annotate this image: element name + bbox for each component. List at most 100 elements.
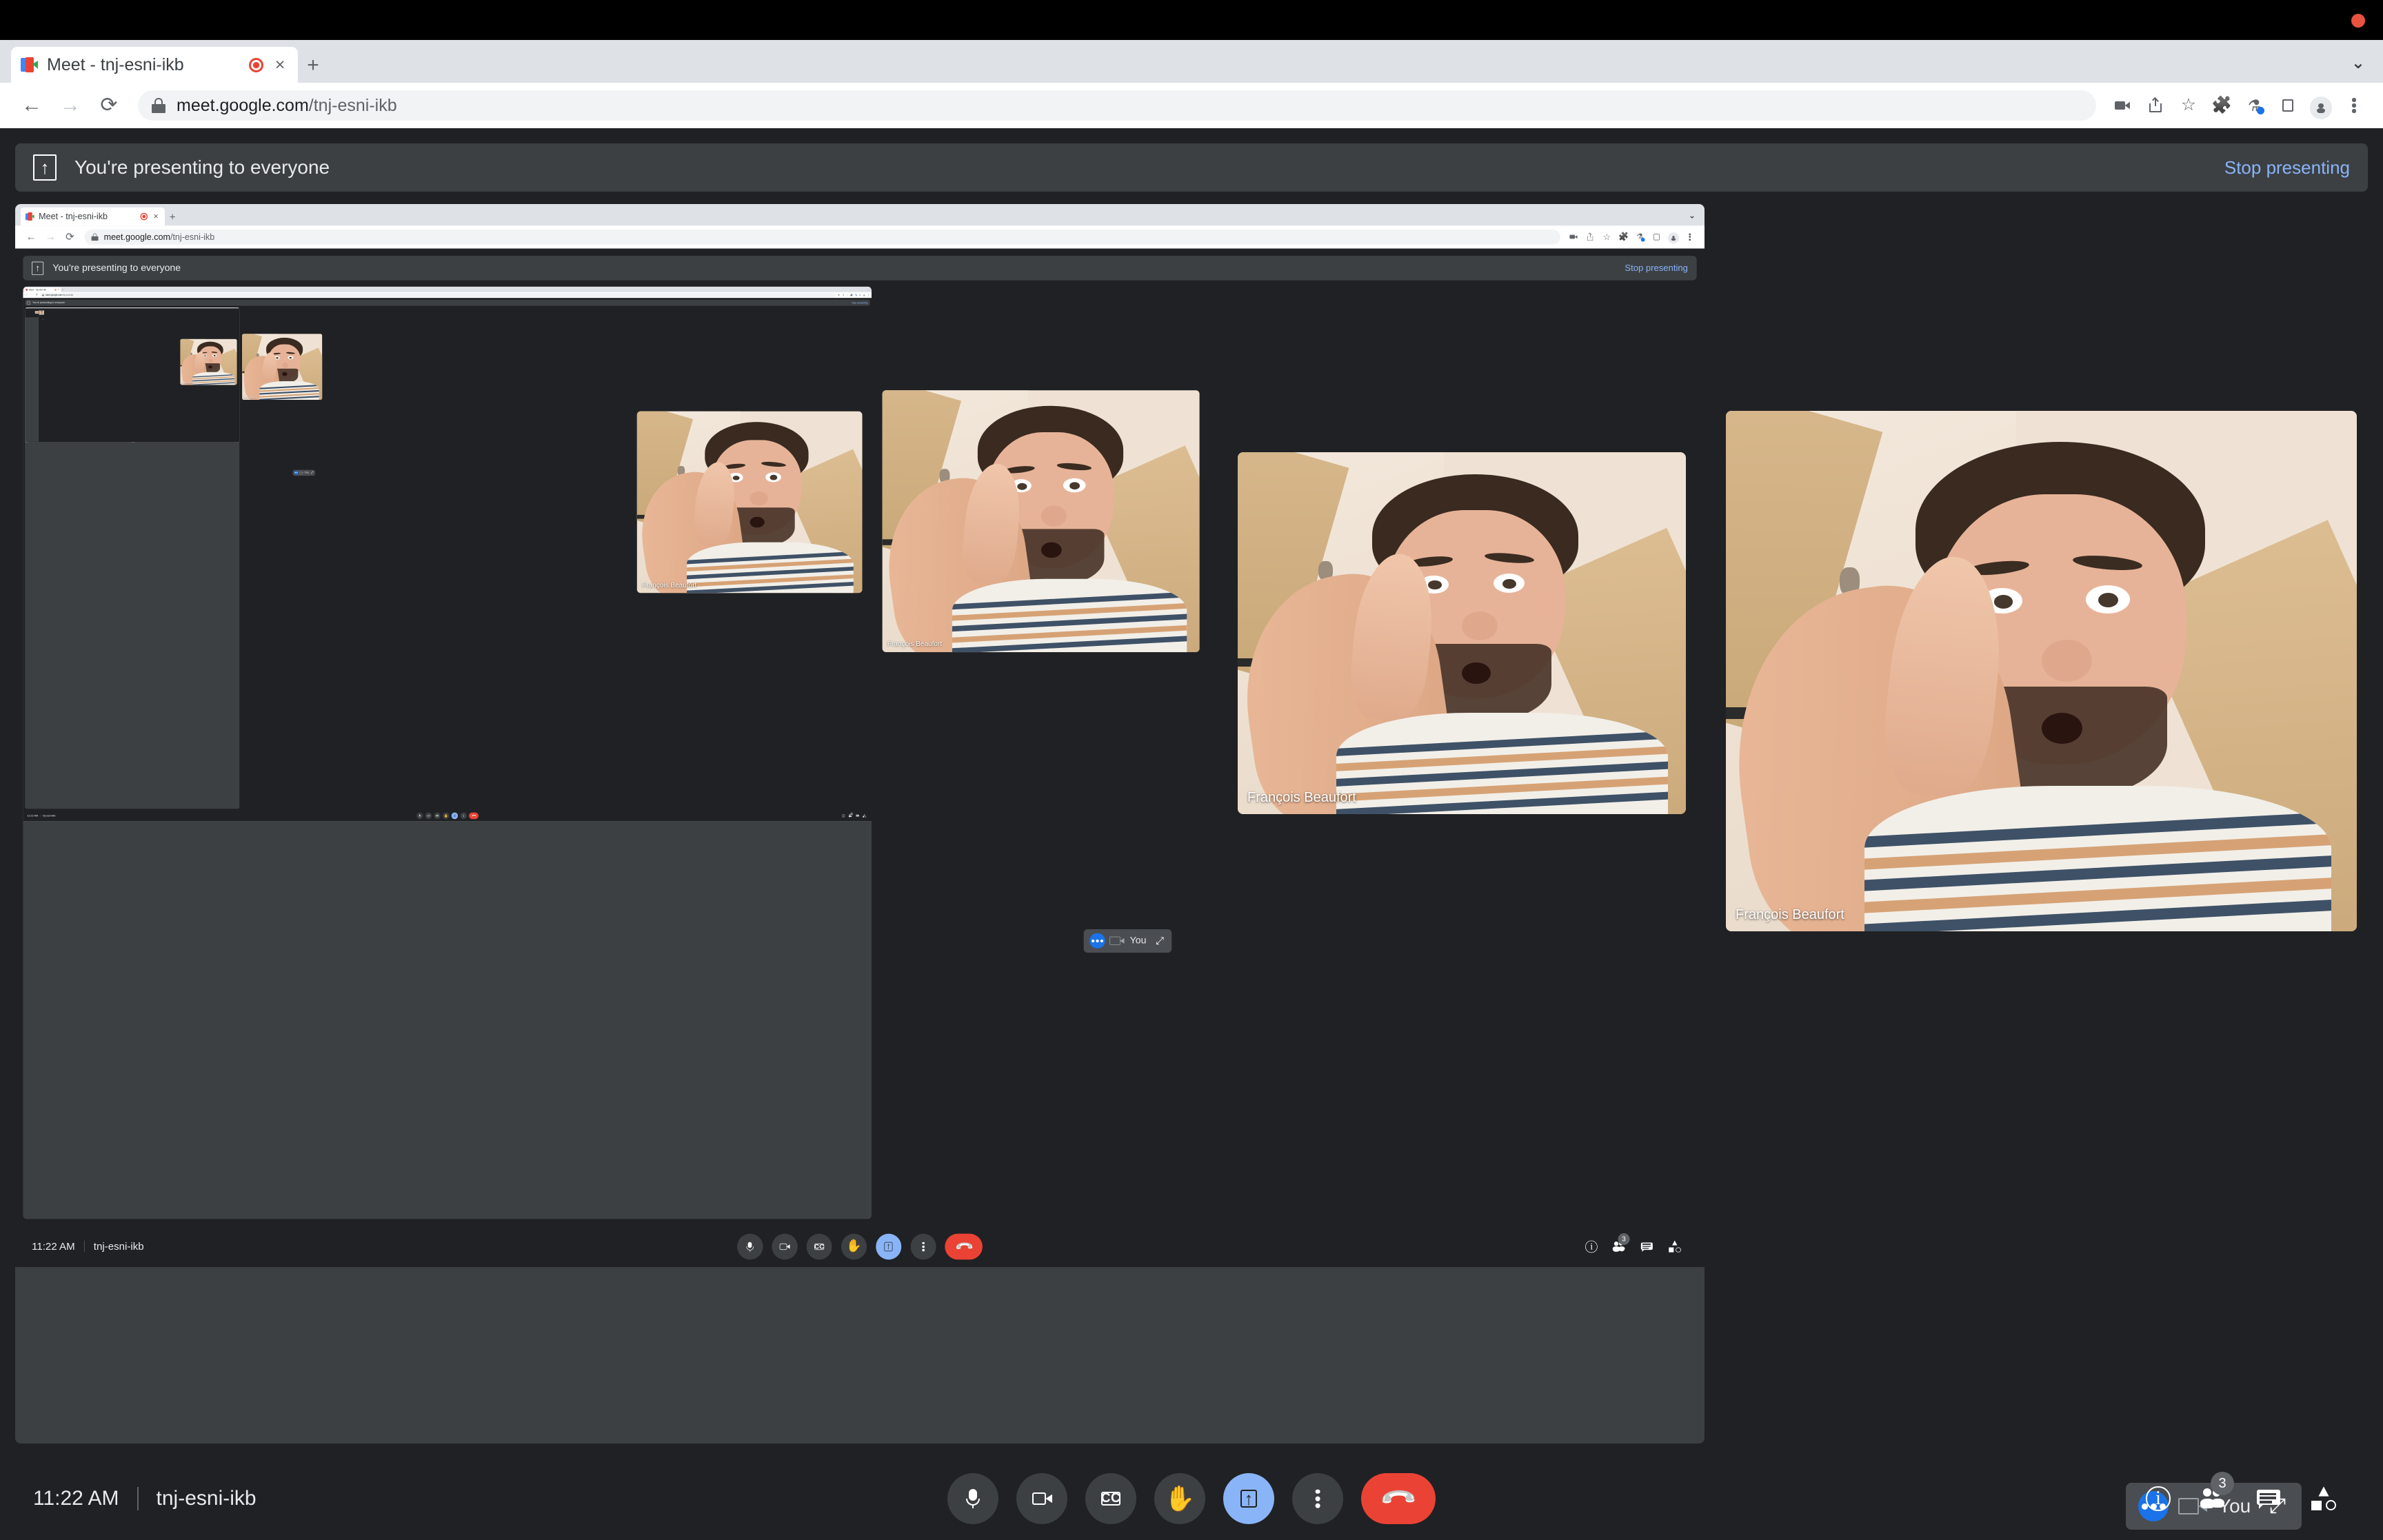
bookmark-star-icon[interactable]: ☆ — [1602, 232, 1611, 241]
back-button[interactable]: ← — [21, 232, 41, 242]
captions-button[interactable]: CC — [806, 1233, 832, 1260]
forward-button[interactable]: → — [51, 95, 90, 116]
video-camera-icon[interactable] — [2113, 97, 2131, 114]
address-bar[interactable]: meet.google.com/tnj-esni-ikb — [138, 90, 2096, 121]
video-camera-icon[interactable] — [837, 294, 840, 296]
expand-self-view-icon[interactable]: ⤢ — [1154, 935, 1165, 946]
microphone-button[interactable] — [947, 1473, 998, 1524]
back-button[interactable]: ← — [24, 294, 29, 296]
microphone-button[interactable] — [737, 1233, 763, 1260]
shared-screen-stage[interactable]: Meet - tnj-esni-ikb×+⌄←→⟳meet.google.com… — [15, 204, 1705, 1443]
participants-button[interactable]: 3 — [1605, 1233, 1633, 1259]
stop-presenting-button[interactable]: Stop presenting — [852, 301, 867, 304]
extensions-puzzle-icon[interactable]: 🧩 — [2211, 97, 2232, 114]
self-view-pill[interactable]: You ⤢ — [1083, 929, 1172, 953]
labs-flask-icon[interactable]: ⚗ — [854, 294, 857, 296]
camera-button[interactable] — [425, 812, 432, 819]
chrome-menu-kebab-icon[interactable] — [1685, 232, 1694, 241]
raise-hand-button[interactable]: ✋ — [841, 1233, 867, 1260]
chrome-menu-kebab-icon[interactable] — [2345, 97, 2363, 114]
participant-tile[interactable]: François Beaufort — [1238, 452, 1686, 814]
raise-hand-button[interactable]: ✋ — [442, 812, 450, 819]
camera-button[interactable] — [1016, 1473, 1067, 1524]
share-icon[interactable] — [1586, 232, 1595, 241]
tab-search-chevron-icon[interactable]: ⌄ — [2351, 53, 2365, 73]
more-options-button[interactable] — [1292, 1473, 1343, 1524]
address-bar[interactable]: meet.google.com/tnj-esni-ikb — [84, 229, 1561, 245]
self-view-pill[interactable]: You ⤢ — [41, 318, 44, 320]
leave-call-button[interactable]: 📞 — [468, 812, 479, 819]
meeting-details-button[interactable]: i — [840, 812, 847, 818]
address-bar[interactable]: meet.google.com/tnj-esni-ikb — [40, 292, 836, 297]
tab-close-icon[interactable]: × — [57, 288, 59, 291]
present-now-button[interactable]: ↑ — [876, 1233, 902, 1260]
chrome-menu-kebab-icon[interactable] — [867, 294, 869, 296]
microphone-button[interactable] — [416, 812, 423, 819]
labs-flask-icon[interactable]: ⚗ — [2246, 97, 2265, 114]
profile-avatar-icon[interactable] — [862, 293, 865, 297]
browser-tab[interactable]: Meet - tnj-esni-ikb × — [11, 47, 298, 83]
tab-close-icon[interactable]: × — [272, 56, 288, 74]
new-tab-button[interactable]: + — [298, 55, 328, 76]
side-panel-icon[interactable] — [858, 294, 861, 296]
video-camera-icon[interactable] — [1569, 232, 1578, 241]
expand-self-view-icon[interactable]: ⤢ — [310, 472, 313, 474]
tab-recording-icon[interactable] — [54, 288, 57, 291]
raise-hand-button[interactable]: ✋ — [1154, 1473, 1205, 1524]
participant-tile[interactable]: François Beaufort — [179, 338, 237, 385]
chat-button[interactable] — [2241, 1473, 2296, 1524]
chat-button[interactable] — [854, 812, 861, 818]
present-now-button[interactable]: ↑ — [1223, 1473, 1274, 1524]
stop-presenting-button[interactable]: Stop presenting — [2224, 157, 2350, 179]
new-tab-button[interactable]: + — [61, 288, 65, 291]
self-view-pill[interactable]: You ⤢ — [292, 469, 315, 476]
participant-tile[interactable]: François Beaufort — [39, 310, 44, 315]
back-button[interactable]: ← — [12, 95, 51, 116]
extensions-puzzle-icon[interactable]: 🧩 — [850, 294, 853, 296]
participant-tile[interactable]: François Beaufort — [34, 310, 39, 314]
profile-avatar-icon[interactable] — [2309, 97, 2333, 119]
tab-search-chevron-icon[interactable]: ⌄ — [1689, 211, 1696, 221]
side-panel-icon[interactable] — [2279, 97, 2297, 114]
profile-avatar-icon[interactable] — [1667, 232, 1680, 244]
bookmark-star-icon[interactable]: ☆ — [2180, 97, 2198, 114]
participant-tile[interactable]: François Beaufort — [241, 333, 322, 400]
browser-tab[interactable]: Meet - tnj-esni-ikb × — [21, 207, 165, 226]
reload-button[interactable]: ⟳ — [34, 294, 39, 296]
activities-button[interactable] — [1661, 1234, 1689, 1259]
present-now-button[interactable]: ↑ — [451, 812, 458, 819]
more-options-button[interactable] — [460, 812, 467, 819]
new-tab-button[interactable]: + — [165, 212, 180, 222]
bookmark-star-icon[interactable]: ☆ — [846, 294, 848, 296]
captions-button[interactable]: CC — [1085, 1473, 1136, 1524]
stop-presenting-button[interactable]: Stop presenting — [1625, 263, 1687, 274]
captions-button[interactable]: CC — [434, 812, 441, 819]
forward-button[interactable]: → — [29, 294, 34, 296]
participant-tile[interactable]: François Beaufort — [882, 390, 1200, 652]
leave-call-button[interactable]: 📞 — [945, 1233, 983, 1260]
participant-tile[interactable]: François Beaufort — [1726, 411, 2357, 931]
meeting-details-button[interactable]: i — [1578, 1234, 1605, 1259]
tab-close-icon[interactable]: × — [152, 212, 160, 221]
forward-button[interactable]: → — [41, 232, 60, 242]
extensions-puzzle-icon[interactable]: 🧩 — [1618, 232, 1629, 241]
side-panel-icon[interactable] — [1652, 232, 1661, 241]
participants-button[interactable]: 3 — [2186, 1472, 2241, 1524]
labs-flask-icon[interactable]: ⚗ — [1636, 232, 1645, 242]
shared-screen-stage[interactable]: Meet - tnj-esni-ikb×+⌄←→⟳meet.google.com… — [25, 308, 39, 442]
browser-tab[interactable]: Meet - tnj-esni-ikb × — [24, 287, 61, 292]
more-options-button[interactable] — [910, 1233, 936, 1260]
activities-button[interactable] — [2296, 1473, 2351, 1524]
tab-recording-icon[interactable] — [140, 212, 148, 221]
participant-tile[interactable]: François Beaufort — [637, 411, 863, 594]
share-icon[interactable] — [842, 294, 844, 296]
share-icon[interactable] — [2146, 97, 2164, 114]
chat-button[interactable] — [1633, 1234, 1660, 1259]
camera-button[interactable] — [772, 1233, 798, 1260]
meeting-details-button[interactable]: i — [2131, 1473, 2186, 1524]
reload-button[interactable]: ⟳ — [90, 95, 128, 116]
activities-button[interactable] — [861, 812, 867, 818]
participants-button[interactable]: 3 — [847, 812, 854, 818]
leave-call-button[interactable]: 📞 — [133, 442, 134, 443]
leave-call-button[interactable]: 📞 — [1361, 1473, 1436, 1524]
